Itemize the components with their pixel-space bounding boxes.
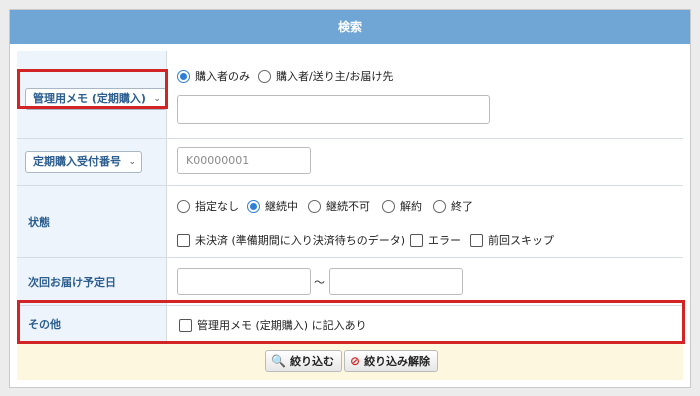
order-number-input[interactable]: K00000001	[177, 147, 311, 174]
prohibited-icon: ⊘	[350, 354, 361, 368]
radio-buyer-only[interactable]: 購入者のみ	[177, 68, 250, 84]
checkbox-error[interactable]: エラー	[410, 232, 461, 248]
radio-status-ended[interactable]: 終了	[433, 198, 473, 214]
delivery-date-label: 次回お届け予定日	[28, 275, 116, 289]
status-label-cell: 状態	[17, 186, 167, 257]
order-number-select-label: 定期購入受付番号	[33, 155, 121, 168]
radio-button-icon	[177, 69, 190, 83]
order-number-row: 定期購入受付番号 ⌄ K00000001	[17, 139, 683, 186]
checkbox-previous-skip[interactable]: 前回スキップ	[470, 232, 554, 248]
highlight-box-memo-select	[17, 69, 168, 109]
radio-button-icon	[177, 199, 190, 213]
radio-status-none[interactable]: 指定なし	[177, 198, 239, 214]
radio-status-cancelled[interactable]: 解約	[382, 198, 422, 214]
radio-status-not-continuable[interactable]: 継続不可	[308, 198, 370, 214]
radio-buyer-sender-recipient-label: 購入者/送り主/お届け先	[276, 70, 394, 83]
radio-status-active[interactable]: 継続中	[247, 198, 298, 214]
date-range-separator: 〜	[314, 276, 325, 289]
radio-button-icon	[258, 69, 271, 83]
delivery-date-label-cell: 次回お届け予定日	[17, 258, 167, 305]
status-row: 状態 指定なし 継続中 継続不可 解約 終了 未決済 (準備期間に入り決済待ちの…	[17, 186, 683, 258]
checkbox-icon	[177, 233, 190, 247]
memo-search-input[interactable]	[177, 95, 490, 124]
filter-button[interactable]: 🔍 絞り込む	[265, 350, 342, 372]
radio-buyer-only-label: 購入者のみ	[195, 70, 250, 83]
search-panel: 検索 管理用メモ (定期購入) ⌄ 購入者のみ 購入者/送り主/お届け先 定期購…	[9, 9, 691, 388]
radio-button-icon	[308, 199, 321, 213]
action-footer: 🔍 絞り込む ⊘ 絞り込み解除	[17, 342, 683, 380]
clear-filter-button[interactable]: ⊘ 絞り込み解除	[344, 350, 439, 372]
magnifier-icon: 🔍	[271, 354, 286, 368]
order-number-select[interactable]: 定期購入受付番号 ⌄	[25, 151, 142, 173]
radio-buyer-sender-recipient[interactable]: 購入者/送り主/お届け先	[258, 68, 393, 84]
radio-button-icon	[247, 199, 260, 213]
checkbox-unpaid[interactable]: 未決済 (準備期間に入り決済待ちのデータ)	[177, 232, 405, 248]
order-number-placeholder: K00000001	[186, 154, 250, 167]
status-label: 状態	[28, 215, 50, 229]
radio-button-icon	[382, 199, 395, 213]
date-from-input[interactable]	[177, 268, 311, 295]
checkbox-icon	[410, 233, 423, 247]
panel-header: 検索	[10, 10, 690, 44]
checkbox-icon	[470, 233, 483, 247]
date-to-input[interactable]	[329, 268, 463, 295]
order-number-label-cell: 定期購入受付番号 ⌄	[17, 139, 167, 185]
delivery-date-row: 次回お届け予定日 〜	[17, 258, 683, 306]
chevron-down-icon: ⌄	[128, 157, 136, 167]
highlight-box-other-row	[17, 300, 685, 344]
radio-button-icon	[433, 199, 446, 213]
